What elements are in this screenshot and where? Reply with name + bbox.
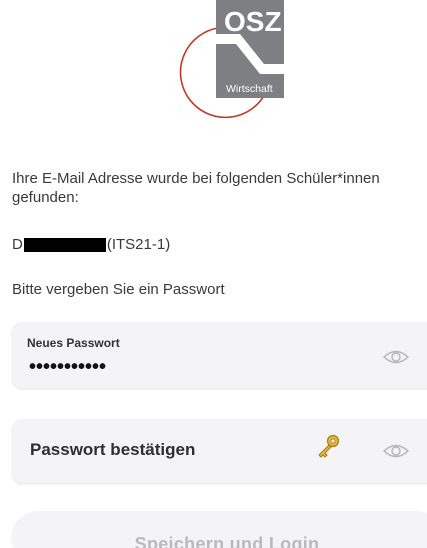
redacted-name: [23, 237, 106, 252]
confirm-password-placeholder: Passwort bestätigen: [30, 440, 196, 459]
confirm-password-field[interactable]: Passwort bestätigen: [12, 419, 427, 483]
student-name-initial: D: [12, 236, 23, 253]
new-password-label: Neues Passwort: [27, 336, 120, 350]
intro-text: Ihre E-Mail Adresse wurde bei folgenden …: [12, 170, 380, 206]
logo-text-osz: OSZ: [224, 6, 282, 37]
password-setup-screen: OSZ Wirtschaft Ihre E-Mail Adresse wurde…: [0, 0, 427, 548]
save-and-login-button[interactable]: Speichern und Login: [12, 511, 427, 548]
key-icon[interactable]: [314, 433, 342, 461]
eye-icon[interactable]: [382, 348, 410, 366]
new-password-value[interactable]: •••••••••••: [29, 356, 106, 379]
logo-text-wirtschaft: Wirtschaft: [226, 83, 273, 95]
student-class: (ITS21-1): [106, 236, 171, 253]
eye-icon[interactable]: [382, 442, 410, 460]
new-password-field[interactable]: Neues Passwort •••••••••••: [12, 322, 427, 388]
osz-wirtschaft-logo: OSZ Wirtschaft: [160, 0, 290, 120]
student-entry: D (ITS21-1): [12, 235, 170, 254]
password-prompt: Bitte vergeben Sie ein Passwort: [12, 281, 225, 298]
